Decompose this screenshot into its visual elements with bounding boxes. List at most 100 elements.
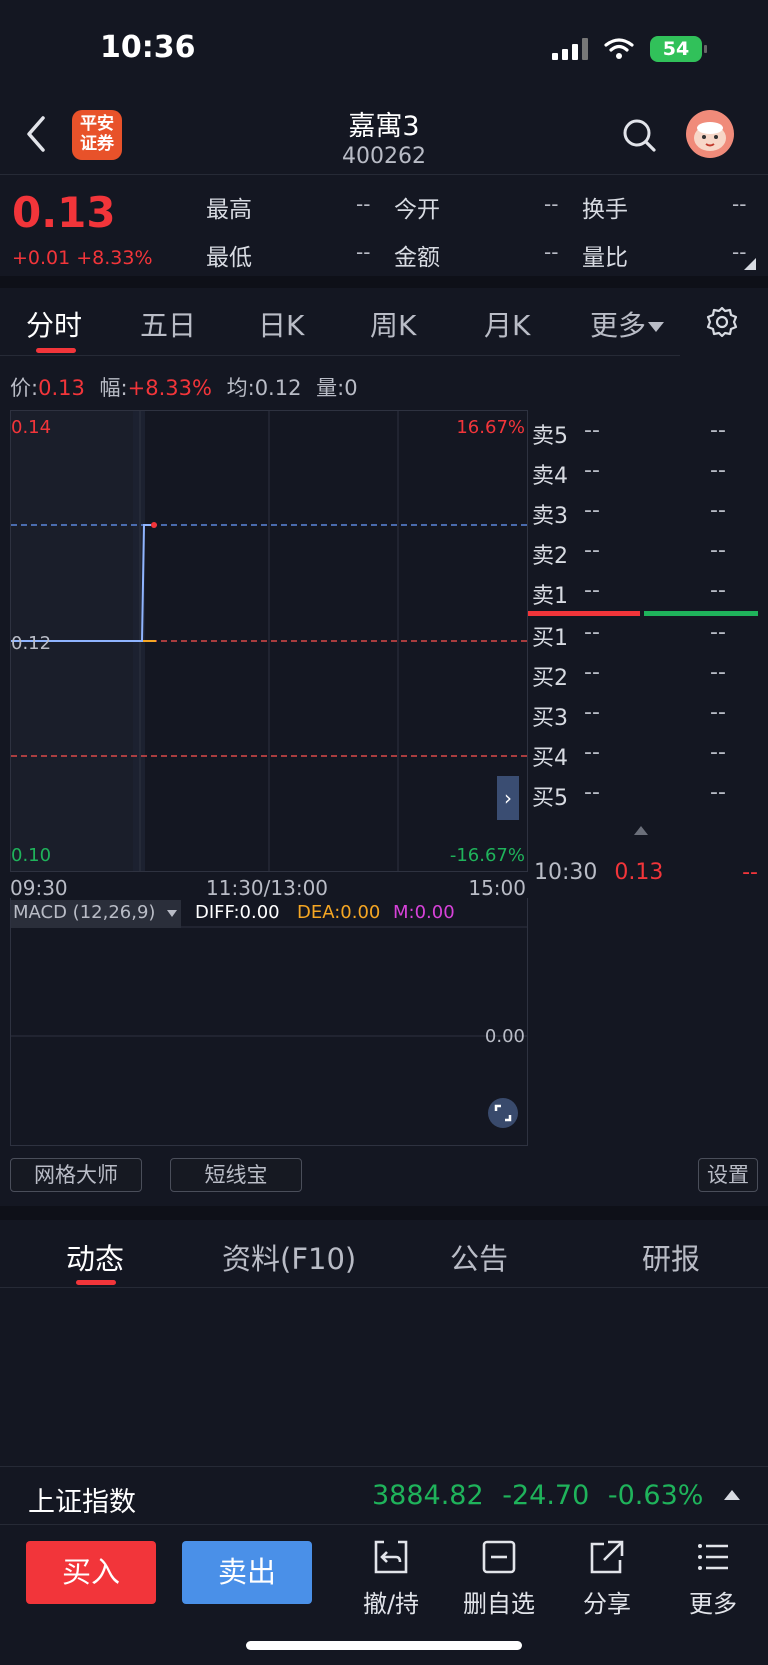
cancel-hold-label: 撤/持 (362, 1590, 420, 1618)
chart-next-arrow-button[interactable]: › (497, 776, 519, 820)
sell-row-3: 卖3 -- -- (532, 498, 768, 532)
index-values: 3884.82 -24.70 -0.63% (372, 1480, 703, 1511)
order-volume: -- (710, 458, 726, 483)
order-volume: -- (710, 660, 726, 685)
dropdown-triangle-icon (167, 909, 178, 917)
remove-watchlist-button[interactable]: 删自选 (454, 1538, 544, 1619)
intraday-chart[interactable]: 0.14 0.12 0.10 16.67% -16.67% (10, 410, 528, 872)
period-tabs: 分时 五日 日K 周K 月K 更多 (0, 290, 680, 356)
buy-button[interactable]: 买入 (26, 1541, 156, 1604)
grid-master-button[interactable]: 网格大师 (10, 1158, 142, 1192)
index-value: 3884.82 (372, 1480, 484, 1511)
order-price: -- (584, 498, 600, 523)
status-time: 10:36 (100, 30, 196, 65)
index-name: 上证指数 (28, 1487, 136, 1518)
divider (0, 276, 768, 288)
open-label: 今开 (394, 197, 440, 223)
pct-axis-bottom: -16.67% (449, 845, 525, 866)
fullscreen-icon (494, 1104, 512, 1122)
y-axis-top: 0.14 (11, 417, 52, 438)
order-level-label: 买2 (532, 666, 568, 691)
order-level-label: 卖4 (532, 464, 568, 489)
tab-research[interactable]: 研报 (642, 1236, 700, 1278)
expand-corner-icon[interactable] (744, 258, 756, 270)
order-volume: -- (710, 538, 726, 563)
info-amp-value: +8.33% (127, 376, 212, 400)
order-price: -- (584, 578, 600, 603)
macd-zero-label: 0.00 (484, 1026, 525, 1047)
order-price: -- (584, 700, 600, 725)
divider (0, 1206, 768, 1220)
order-volume: -- (710, 578, 726, 603)
info-vol-value: 0 (344, 376, 358, 400)
y-axis-bottom: 0.10 (11, 845, 52, 866)
intraday-chart-svg (11, 411, 527, 871)
search-icon[interactable] (622, 118, 656, 152)
macd-indicator-select[interactable]: MACD (12,26,9) (11, 900, 181, 928)
tab-more[interactable]: 更多 (590, 304, 665, 344)
more-button[interactable]: 更多 (668, 1538, 758, 1619)
y-axis-mid: 0.12 (11, 633, 52, 654)
open-value: -- (544, 192, 559, 216)
short-line-button[interactable]: 短线宝 (170, 1158, 302, 1192)
info-price-value: 0.13 (38, 376, 85, 400)
gear-icon[interactable] (706, 306, 738, 338)
tab-weekly-k[interactable]: 周K (370, 304, 416, 344)
buy-row-5: 买5 -- -- (532, 780, 768, 814)
tab-monthly-k[interactable]: 月K (484, 304, 530, 344)
tab-daily-k[interactable]: 日K (258, 304, 304, 344)
info-amp-label: 幅: (99, 376, 128, 400)
tab-five-day[interactable]: 五日 (140, 304, 196, 344)
share-label: 分享 (583, 1590, 631, 1618)
order-price: -- (584, 660, 600, 685)
dropdown-triangle-icon (648, 322, 665, 332)
cancel-hold-button[interactable]: 撤/持 (346, 1538, 436, 1619)
order-level-label: 卖2 (532, 544, 568, 569)
home-indicator[interactable] (246, 1641, 522, 1650)
buy-row-1: 买1 -- -- (532, 620, 768, 654)
order-price: -- (584, 780, 600, 805)
tab-more-label: 更多 (590, 309, 647, 342)
order-volume: -- (710, 740, 726, 765)
macd-diff: DIFF:0.00 (195, 902, 280, 923)
current-price: 0.13 (12, 188, 116, 237)
info-avg-value: 0.12 (254, 376, 302, 400)
macd-chart[interactable]: 0.00 (10, 898, 528, 1146)
order-level-label: 买5 (532, 786, 568, 811)
share-icon (590, 1540, 624, 1574)
buy-row-3: 买3 -- -- (532, 700, 768, 734)
share-button[interactable]: 分享 (562, 1538, 652, 1619)
low-value: -- (356, 240, 371, 264)
collapse-caret-icon[interactable] (634, 826, 648, 835)
content-tabs: 动态 资料(F10) 公告 研报 (0, 1220, 768, 1288)
tab-announcements[interactable]: 公告 (450, 1236, 508, 1278)
order-price: -- (584, 458, 600, 483)
tab-f10[interactable]: 资料(F10) (222, 1236, 356, 1278)
active-tab-indicator (36, 348, 76, 353)
info-price-label: 价: (10, 376, 39, 400)
chart-settings-button[interactable]: 设置 (698, 1158, 758, 1192)
trade-volume: -- (742, 860, 758, 885)
high-value: -- (356, 192, 371, 216)
info-avg-label: 均: (226, 376, 255, 400)
order-level-label: 买1 (532, 626, 568, 651)
sell-button[interactable]: 卖出 (182, 1541, 312, 1604)
expand-caret-icon[interactable] (724, 1490, 740, 1500)
avatar[interactable] (686, 110, 734, 158)
cellular-signal-icon (552, 38, 588, 60)
menu-list-icon (698, 1544, 728, 1570)
time-axis: 09:30 11:30/13:00 15:00 (10, 876, 528, 900)
high-label: 最高 (206, 197, 252, 223)
battery-icon: 54 (650, 36, 707, 62)
undo-icon (374, 1540, 408, 1574)
tab-news[interactable]: 动态 (66, 1236, 124, 1278)
order-volume: -- (710, 498, 726, 523)
index-pct: -0.63% (607, 1480, 704, 1511)
wifi-icon (604, 38, 634, 59)
trade-price: 0.13 (614, 860, 664, 885)
turnover-value: -- (732, 192, 747, 216)
tab-intraday[interactable]: 分时 (26, 304, 82, 344)
remove-watchlist-label: 删自选 (463, 1590, 535, 1618)
fullscreen-button[interactable] (488, 1098, 518, 1128)
macd-m: M:0.00 (393, 902, 455, 923)
